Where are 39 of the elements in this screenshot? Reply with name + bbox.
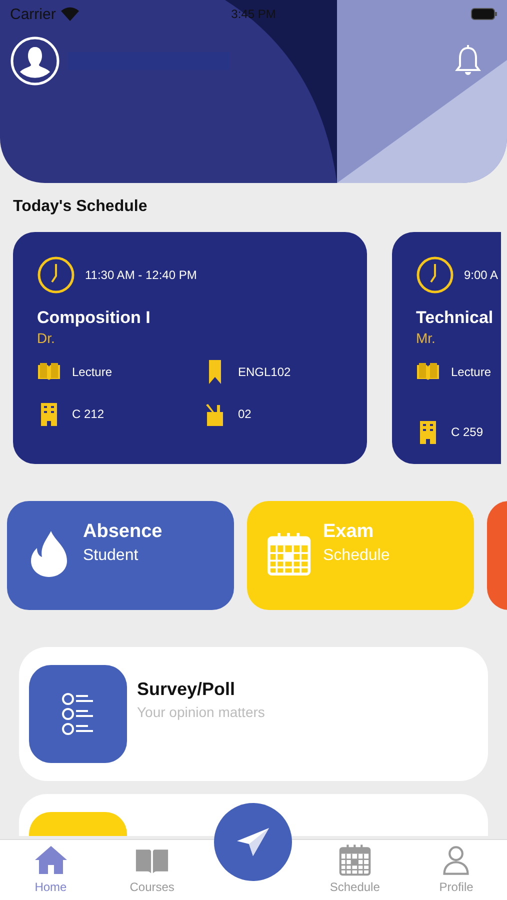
calendar-icon <box>267 531 311 577</box>
tile-subtitle: Schedule <box>323 547 390 565</box>
card-subtitle: Your opinion matters <box>137 704 265 720</box>
tab-item[interactable]: Profile <box>406 840 507 900</box>
teacher-name: Mr. <box>416 330 436 346</box>
home-icon <box>34 844 68 876</box>
course-title: Technical <box>416 308 494 328</box>
paper-plane-icon <box>235 827 271 857</box>
bell-icon[interactable] <box>455 45 481 77</box>
tab-item[interactable]: Schedule <box>304 840 406 900</box>
class-type: Lecture <box>451 365 492 379</box>
class-time: 9:00 A <box>464 268 498 282</box>
clock-icon <box>416 256 454 294</box>
tile-title: Exam <box>323 521 375 543</box>
section-number: 02 <box>238 407 252 421</box>
avatar-icon[interactable] <box>10 36 60 86</box>
room-number: C 259 <box>451 425 484 439</box>
feature-card[interactable]: Survey/Poll Your opinion matters <box>19 647 488 781</box>
schedule-card[interactable]: 11:30 AM - 12:40 PM Composition I Dr. Lecture ENGL102 C 212 02 <box>13 232 367 464</box>
clock-time: 3:45 PM <box>231 7 276 21</box>
class-time: 11:30 AM - 12:40 PM <box>85 268 197 282</box>
wifi-icon <box>60 7 79 21</box>
calendar-icon <box>338 844 372 876</box>
carrier-label: Carrier <box>10 6 56 22</box>
teacher-name: Dr. <box>37 330 56 346</box>
course-title: Composition I <box>37 308 152 328</box>
tile-subtitle: Student <box>83 547 140 565</box>
shortcut-tile[interactable]: Absence Student <box>7 501 234 610</box>
room-number: C 212 <box>72 407 104 421</box>
class-type: Lecture <box>72 365 112 379</box>
section-title: Today's Schedule <box>13 198 148 216</box>
tab-item[interactable]: Home <box>0 840 102 900</box>
tab-item[interactable]: Courses <box>101 840 203 900</box>
clock-icon <box>37 256 75 294</box>
card-title: Survey/Poll <box>137 679 236 700</box>
tile-title: Absence <box>83 521 162 543</box>
course-code: ENGL102 <box>238 365 291 379</box>
schedule-card[interactable]: 9:00 A Technical Mr. Lecture C 259 <box>392 232 501 464</box>
battery-icon <box>471 8 497 20</box>
